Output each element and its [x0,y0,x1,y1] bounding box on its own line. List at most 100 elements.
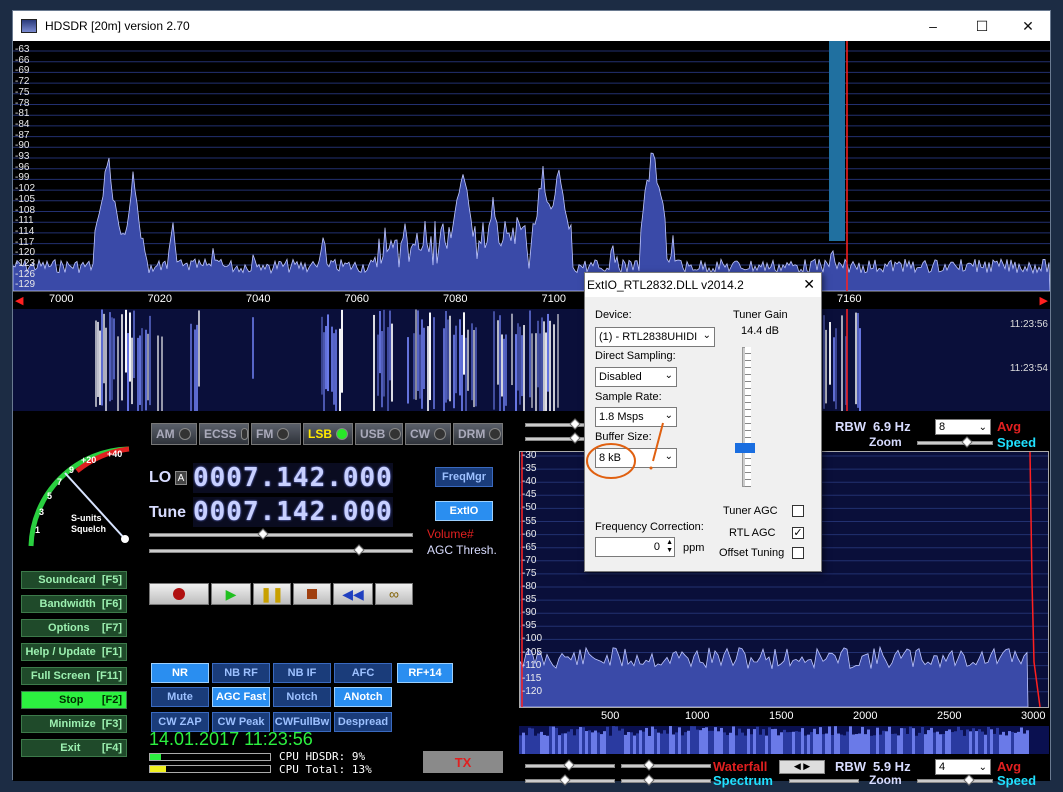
mode-am-button[interactable]: AM [151,423,197,445]
menu-button[interactable]: Exit [F4] [21,739,127,757]
speed-slider[interactable] [917,779,993,783]
close-button[interactable]: ✕ [1005,11,1051,41]
spinner-icon[interactable]: ▲ ▼ [666,539,673,555]
frequency-axis[interactable]: ◀ 700070207040706070807100712071407160 ▶ [13,291,1050,309]
dsp-button[interactable]: NB RF [212,663,270,683]
waterfall-arrows[interactable]: ◀ ▶ [779,760,825,774]
mode-usb-button[interactable]: USB [355,423,403,445]
squelch-caption[interactable]: Squelch [71,524,106,534]
audio-waterfall[interactable] [519,726,1049,764]
agc-slider[interactable] [149,549,413,553]
db-label: -66 [15,54,30,66]
tune-frequency-display[interactable]: 0007.142.000 [193,497,393,527]
menu-button[interactable]: Bandwidth [F6] [21,595,127,613]
dsp-button[interactable]: AGC Fast [212,687,270,707]
db-label: -99 [15,172,30,184]
rf-waterfall[interactable]: 11:23:56 11:23:54 [13,309,1050,411]
sample-rate-select[interactable]: 1.8 Msps ⌄ [595,407,677,427]
freqmgr-button[interactable]: FreqMgr [435,467,493,487]
dsp-button[interactable]: Despread [334,712,392,732]
buffer-size-select[interactable]: 8 kB ⌄ [595,448,677,468]
maximize-button[interactable]: ☐ [959,11,1005,41]
slider-thumb[interactable] [563,759,575,771]
slider-thumb[interactable] [559,774,571,786]
slider-thumb[interactable] [569,432,581,444]
audio-freq-tick: 500 [601,710,620,722]
slider-thumb[interactable] [569,418,581,430]
minimize-button[interactable]: – [910,11,956,41]
tuner-agc-checkbox[interactable] [792,505,804,517]
mode-ecss-button[interactable]: ECSS [199,423,249,445]
dsp-button[interactable]: NB IF [273,663,331,683]
tuner-gain-thumb[interactable] [735,443,755,453]
smeter-label: 7 [57,477,63,487]
stop-play-button[interactable] [293,583,331,605]
tuner-gain-value: 14.4 dB [741,325,779,337]
zoom-label: Zoom [869,773,902,787]
scroll-right-icon[interactable]: ▶ [1040,294,1048,307]
menu-button[interactable]: Help / Update [F1] [21,643,127,661]
chevron-down-icon: ⌄ [702,330,711,341]
volume-slider-thumb[interactable] [257,528,269,540]
rbw-combo[interactable]: 8 ⌄ [935,419,991,435]
dsp-button[interactable]: Notch [273,687,331,707]
db-label: -105 [15,193,36,205]
speed-slider[interactable] [917,441,993,445]
zoom-slider[interactable] [789,779,859,783]
audio-frequency-axis: 500 1000 1500 2000 2500 3000 [519,708,1049,726]
device-select[interactable]: (1) - RTL2838UHIDI ⌄ [595,327,715,347]
slider-thumb[interactable] [643,774,655,786]
menu-button[interactable]: Full Screen [F11] [21,667,127,685]
chevron-down-icon: ⌄ [664,410,673,421]
rtl-agc-checkbox[interactable]: ✓ [792,527,804,539]
direct-sampling-select[interactable]: Disabled ⌄ [595,367,677,387]
dsp-button[interactable]: Mute [151,687,209,707]
lo-frequency-display[interactable]: 0007.142.000 [193,463,393,493]
extio-button[interactable]: ExtIO [435,501,493,521]
volume-slider[interactable] [149,533,413,537]
waterfall-slider[interactable] [621,764,711,768]
offset-tuning-checkbox[interactable] [792,547,804,559]
loop-button[interactable]: ∞ [375,583,413,605]
rf-spectrum[interactable]: -63 -66 -69 -72 -75 -78 -81 -84 -87 -90 -93 -96 -99-… [13,41,1050,291]
slider-thumb[interactable] [961,436,973,448]
slider-thumb[interactable] [643,759,655,771]
offset-tuning-label: Offset Tuning [719,547,785,559]
smeter-label: 1 [35,525,41,535]
play-button[interactable]: ▶ [211,583,251,605]
smeter-label: 3 [39,507,45,517]
audio-db-label: -120 [522,685,543,697]
tx-button[interactable]: TX [423,751,503,773]
rewind-button[interactable]: ◀◀ [333,583,373,605]
freq-correction-input[interactable]: 0 ▲ ▼ [595,537,675,557]
mode-fm-button[interactable]: FM [251,423,301,445]
pause-icon: ❚❚ [260,585,284,602]
mode-cw-button[interactable]: CW [405,423,451,445]
rbw-combo[interactable]: 4 ⌄ [935,759,991,775]
menu-button[interactable]: Options [F7] [21,619,127,637]
audio-db-label: -95 [522,620,537,632]
menu-button[interactable]: Stop [F2] [21,691,127,709]
dsp-button[interactable]: ANotch [334,687,392,707]
audio-db-label: -30 [522,450,537,461]
chevron-down-icon: ⌄ [978,422,987,433]
dsp-button[interactable]: NR [151,663,209,683]
db-label: -126 [15,268,36,280]
slider-thumb[interactable] [963,774,975,786]
menu-button[interactable]: Minimize [F3] [21,715,127,733]
db-label: -93 [15,151,30,162]
dialog-close-icon[interactable]: ✕ [803,276,815,293]
scroll-left-icon[interactable]: ◀ [15,294,23,307]
mode-drm-button[interactable]: DRM [453,423,503,445]
record-button[interactable] [149,583,209,605]
db-label: -114 [15,225,35,237]
dsp-button[interactable]: AFC [334,663,392,683]
vfo-a-badge[interactable]: A [175,471,187,485]
agc-slider-thumb[interactable] [353,544,365,556]
audio-db-label: -100 [522,633,543,645]
dsp-button[interactable]: RF+14 [397,663,453,683]
mode-lsb-button[interactable]: LSB [303,423,353,445]
menu-button[interactable]: Soundcard [F5] [21,571,127,589]
spectrum-slider[interactable] [621,779,711,783]
pause-button[interactable]: ❚❚ [253,583,291,605]
